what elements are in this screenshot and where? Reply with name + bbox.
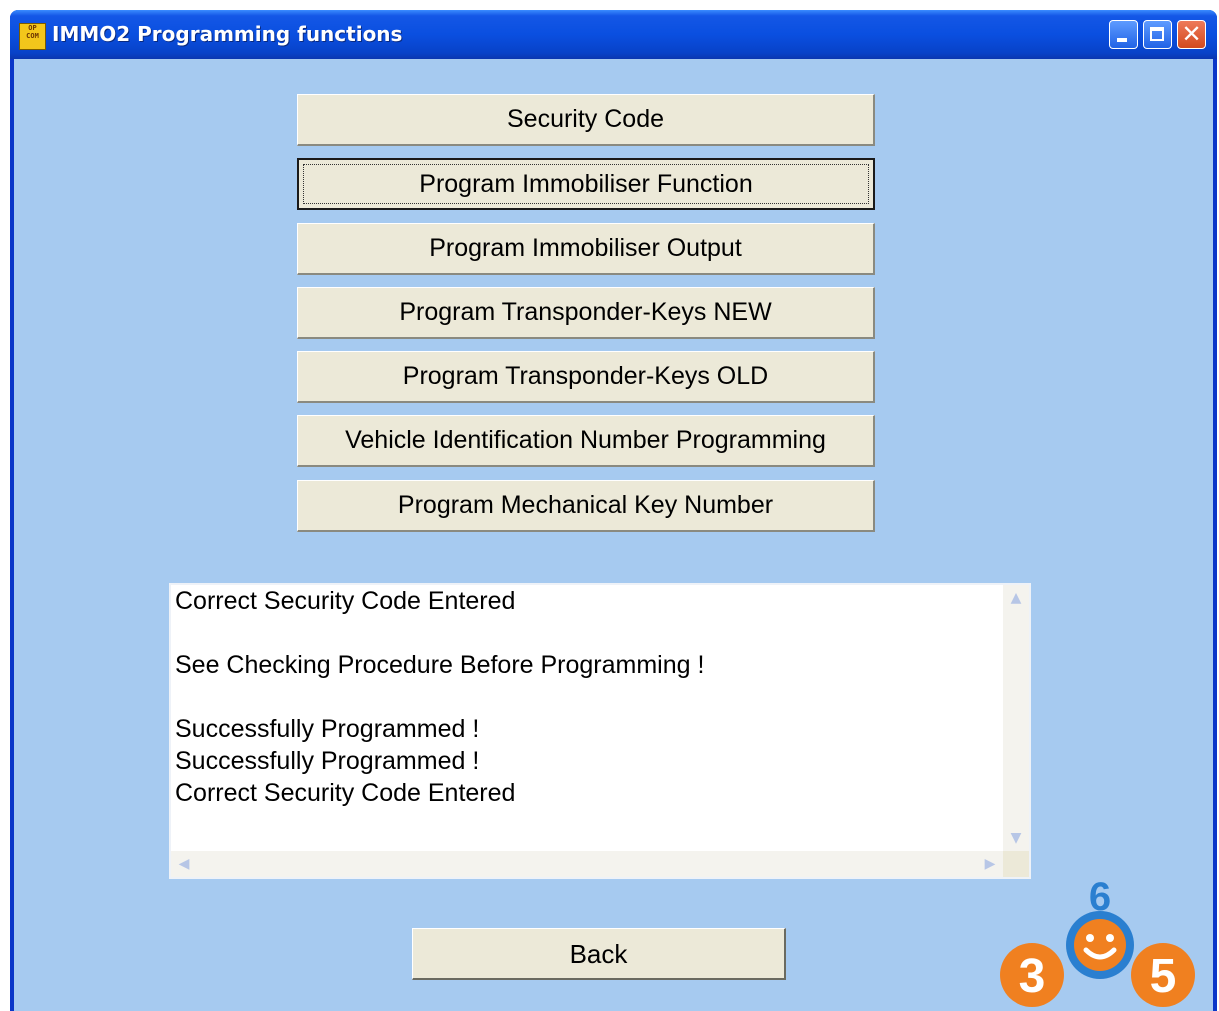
close-icon: ✕ <box>1181 20 1202 48</box>
back-label: Back <box>569 939 628 969</box>
scroll-right-icon[interactable]: ▶ <box>979 853 1001 875</box>
program-immobiliser-function-label: Program Immobiliser Function <box>419 170 753 198</box>
scrollbar-corner <box>1003 851 1029 877</box>
watermark-face <box>1074 919 1126 971</box>
maximize-button[interactable] <box>1143 20 1172 49</box>
scroll-left-icon[interactable]: ◀ <box>173 853 195 875</box>
scroll-down-icon[interactable]: ▼ <box>1005 827 1027 849</box>
vertical-scrollbar[interactable]: ▲ ▼ <box>1003 585 1029 851</box>
app-icon: OP COM <box>19 23 46 50</box>
title-bar[interactable]: OP COM IMMO2 Programming functions ✕ <box>10 10 1217 59</box>
program-transponder-keys-old-button[interactable]: Program Transponder-Keys OLD <box>297 351 875 403</box>
back-button[interactable]: Back <box>412 928 786 980</box>
minimize-icon <box>1117 38 1127 42</box>
security-code-button[interactable]: Security Code <box>297 94 875 146</box>
program-immobiliser-output-button[interactable]: Program Immobiliser Output <box>297 223 875 275</box>
vin-programming-label: Vehicle Identification Number Programmin… <box>345 426 826 454</box>
watermark-eye-right <box>1106 934 1114 942</box>
close-button[interactable]: ✕ <box>1177 20 1206 49</box>
app-window: OP COM IMMO2 Programming functions ✕ Sec… <box>10 10 1217 1011</box>
program-mechanical-key-number-button[interactable]: Program Mechanical Key Number <box>297 480 875 532</box>
log-text: Correct Security Code Entered See Checki… <box>175 587 705 807</box>
horizontal-scrollbar[interactable]: ◀ ▶ <box>171 851 1003 877</box>
program-transponder-keys-old-label: Program Transponder-Keys OLD <box>402 362 769 390</box>
program-transponder-keys-new-label: Program Transponder-Keys NEW <box>399 298 772 326</box>
client-area: Security Code Program Immobiliser Functi… <box>14 59 1213 1011</box>
watermark-logo: 3 6 5 <box>1000 880 1195 1007</box>
program-immobiliser-function-button[interactable]: Program Immobiliser Function <box>297 158 875 210</box>
watermark-eye-left <box>1086 934 1094 942</box>
scroll-up-icon[interactable]: ▲ <box>1005 587 1027 609</box>
app-icon-line-2: COM <box>26 32 39 40</box>
minimize-button[interactable] <box>1109 20 1138 49</box>
vin-programming-button[interactable]: Vehicle Identification Number Programmin… <box>297 415 875 467</box>
program-immobiliser-output-label: Program Immobiliser Output <box>429 234 742 262</box>
app-icon-line-1: OP <box>28 24 37 32</box>
maximize-icon <box>1150 27 1164 41</box>
watermark-digit-6: 6 <box>1089 880 1111 919</box>
watermark-digit-5: 5 <box>1150 950 1177 1003</box>
watermark-digit-3: 3 <box>1019 950 1046 1003</box>
log-textbox[interactable]: Correct Security Code Entered See Checki… <box>169 583 1031 879</box>
window-title: IMMO2 Programming functions <box>52 22 403 46</box>
program-transponder-keys-new-button[interactable]: Program Transponder-Keys NEW <box>297 287 875 339</box>
security-code-label: Security Code <box>506 105 665 133</box>
program-mechanical-key-number-label: Program Mechanical Key Number <box>397 491 774 519</box>
